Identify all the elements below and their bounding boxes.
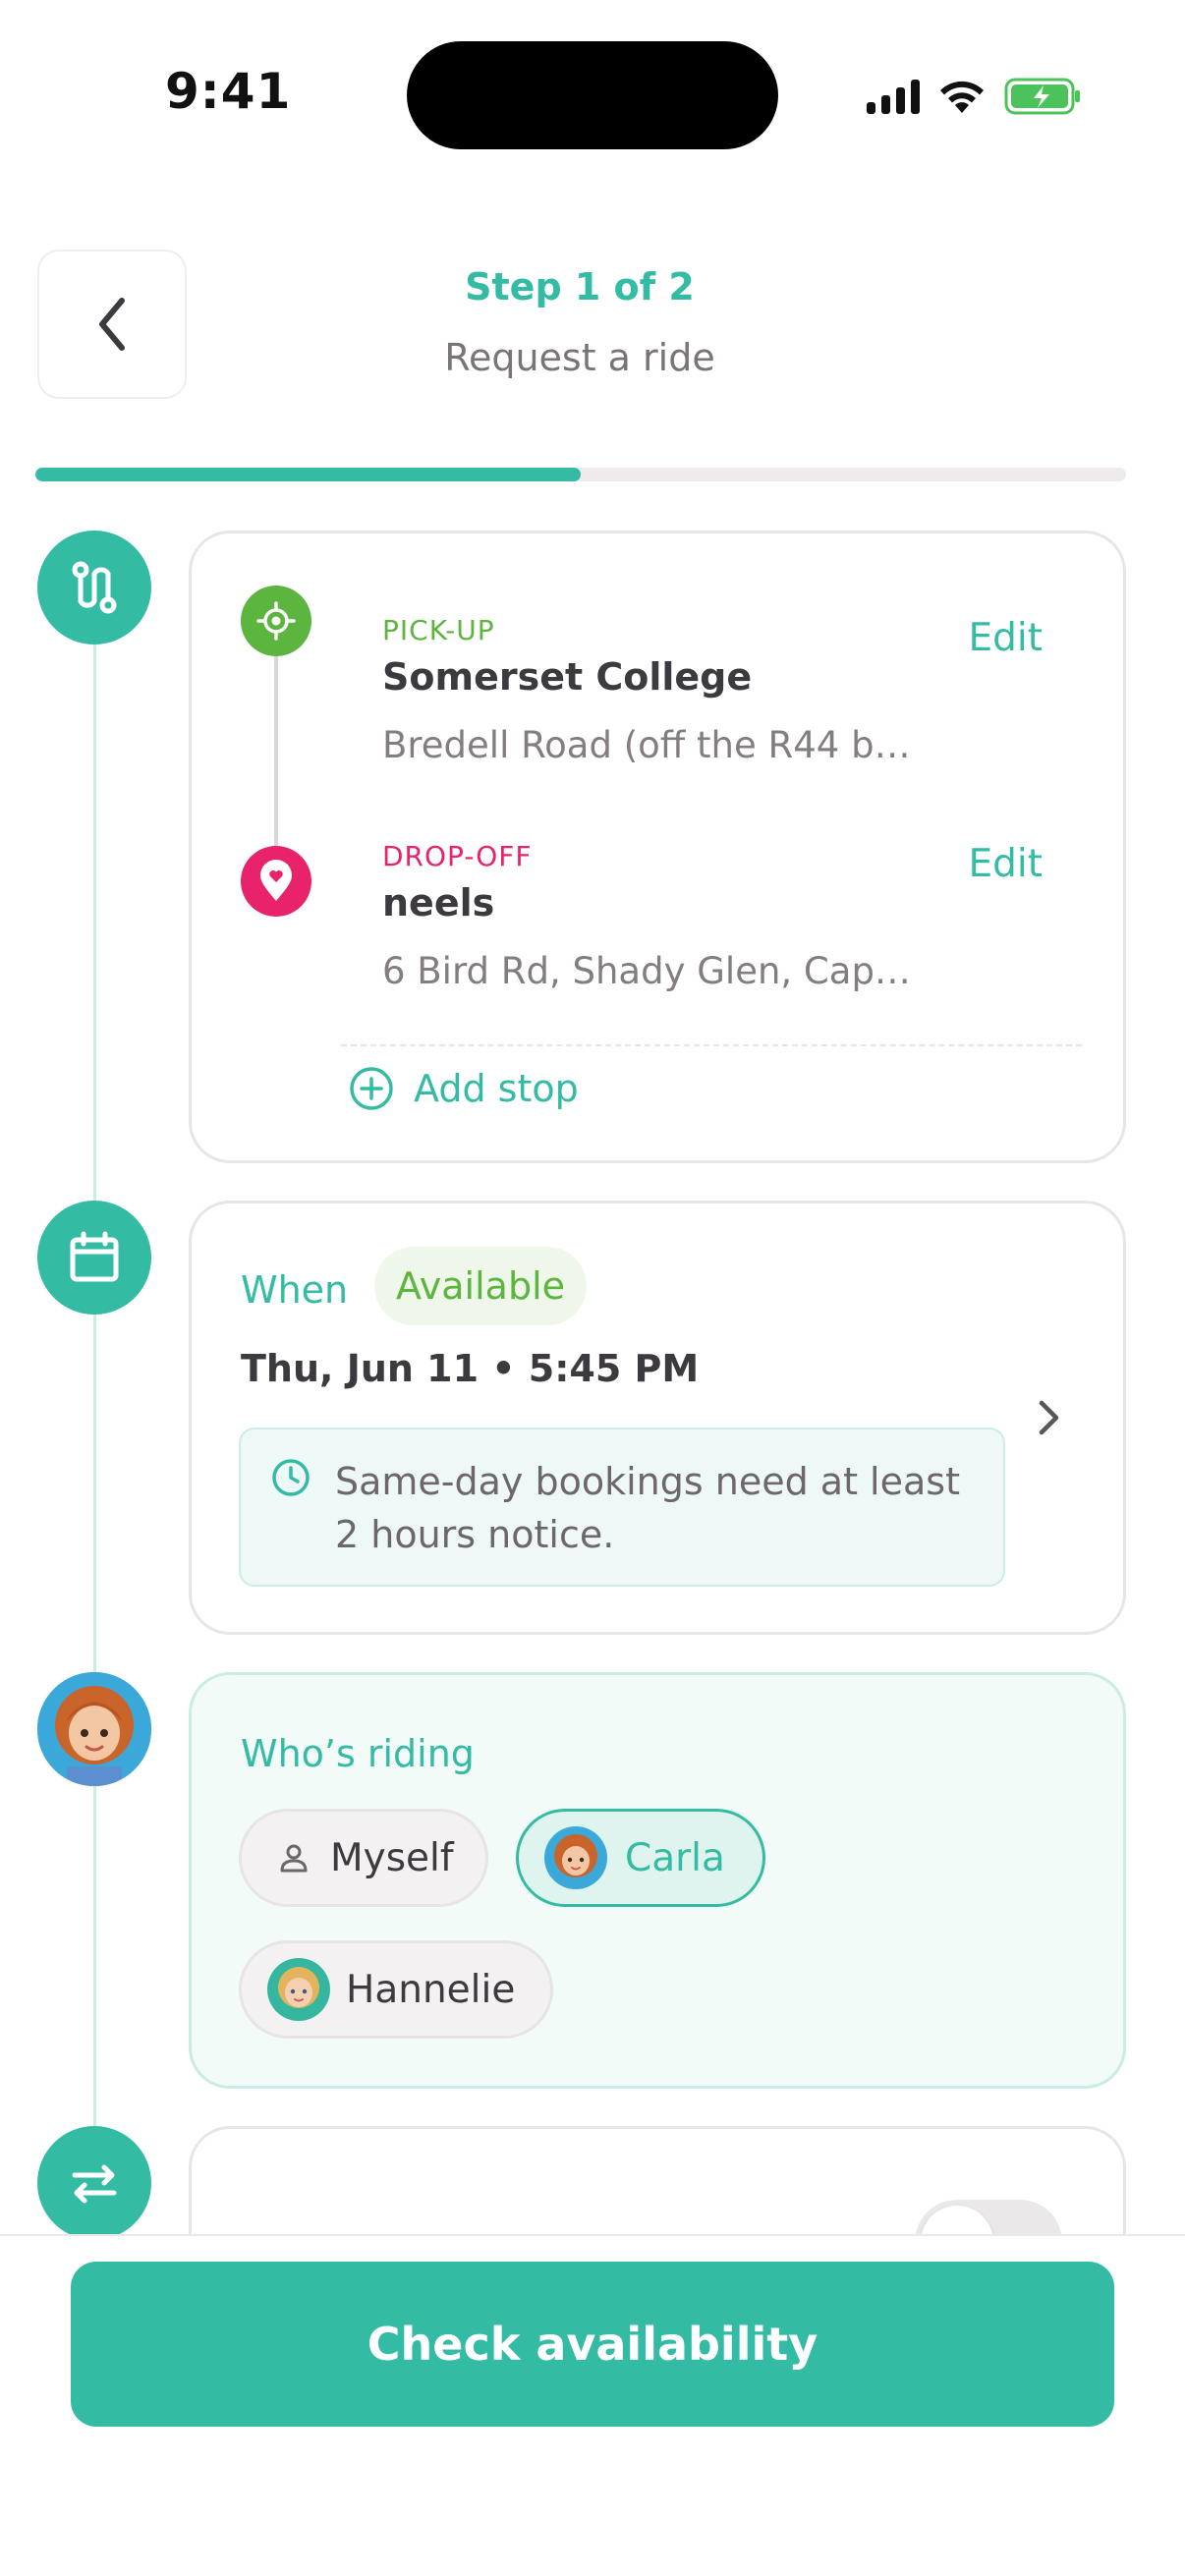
dropoff-address: 6 Bird Rd, Shady Glen, Cap… — [382, 950, 911, 992]
when-label: When — [241, 1268, 349, 1312]
page-title: Request a ride — [444, 336, 715, 379]
timeline-line — [93, 629, 96, 2161]
add-stop-button[interactable]: Add stop — [349, 1066, 579, 1111]
calendar-icon — [70, 1231, 119, 1282]
check-availability-button[interactable]: Check availability — [71, 2262, 1114, 2427]
rider-chip-hannelie[interactable]: Hannelie — [239, 1940, 553, 2039]
add-stop-label: Add stop — [414, 1067, 579, 1110]
dropoff-name: neels — [382, 881, 495, 924]
riders-card: Who’s riding Myself Carla Hannelie — [189, 1672, 1126, 2089]
progress-fill — [35, 468, 581, 481]
status-icons — [867, 75, 1083, 118]
rider-name: Carla — [625, 1835, 725, 1880]
bottom-bar: Check availability — [0, 2234, 1185, 2576]
clock-icon — [272, 1459, 310, 1496]
plus-circle-icon — [350, 1067, 393, 1110]
pickup-name: Somerset College — [382, 655, 753, 699]
wifi-icon — [940, 81, 984, 113]
swap-arrows-icon — [72, 2164, 117, 2204]
booking-notice: Same-day bookings need at least 2 hours … — [239, 1428, 1005, 1587]
dynamic-island — [407, 41, 778, 149]
rider-name: Myself — [330, 1835, 454, 1880]
dropoff-pin — [241, 846, 311, 917]
carla-avatar-icon — [544, 1826, 607, 1889]
status-time: 9:41 — [165, 63, 292, 120]
carla-avatar-icon — [37, 1672, 151, 1786]
route-card: PICK-UP Somerset College Bredell Road (o… — [189, 531, 1126, 1163]
route-divider — [341, 1044, 1082, 1046]
edit-pickup-link[interactable]: Edit — [968, 616, 1043, 660]
rider-step-avatar — [37, 1672, 151, 1786]
edit-dropoff-link[interactable]: Edit — [968, 842, 1043, 886]
route-step-icon — [37, 531, 151, 644]
return-step-icon — [37, 2126, 151, 2240]
when-card[interactable]: When Available Thu, Jun 11 • 5:45 PM Sam… — [189, 1201, 1126, 1635]
pickup-address: Bredell Road (off the R44 b… — [382, 724, 911, 766]
riders-title: Who’s riding — [241, 1732, 475, 1775]
ride-datetime: Thu, Jun 11 • 5:45 PM — [241, 1347, 700, 1390]
status-bar: 9:41 — [0, 0, 1185, 187]
when-step-icon — [37, 1201, 151, 1315]
pickup-label: PICK-UP — [382, 614, 495, 646]
hannelie-avatar-icon — [267, 1958, 330, 2021]
location-target-icon — [256, 601, 296, 641]
cellular-signal-icon — [867, 79, 920, 114]
dropoff-label: DROP-OFF — [382, 840, 533, 872]
rider-chip-myself[interactable]: Myself — [239, 1809, 488, 1907]
map-pin-heart-icon — [260, 860, 292, 901]
notice-text: Same-day bookings need at least 2 hours … — [335, 1460, 960, 1556]
rider-chip-carla[interactable]: Carla — [516, 1809, 765, 1907]
chevron-right-icon[interactable] — [1037, 1398, 1062, 1437]
route-icon — [72, 561, 117, 614]
pickup-pin — [241, 586, 311, 656]
rider-name: Hannelie — [346, 1967, 516, 2012]
person-icon — [280, 1844, 308, 1873]
step-indicator: Step 1 of 2 — [465, 265, 695, 308]
availability-badge: Available — [374, 1247, 588, 1325]
battery-charging-icon — [1004, 78, 1080, 115]
progress-bar — [35, 468, 1126, 481]
route-connector — [274, 656, 278, 846]
